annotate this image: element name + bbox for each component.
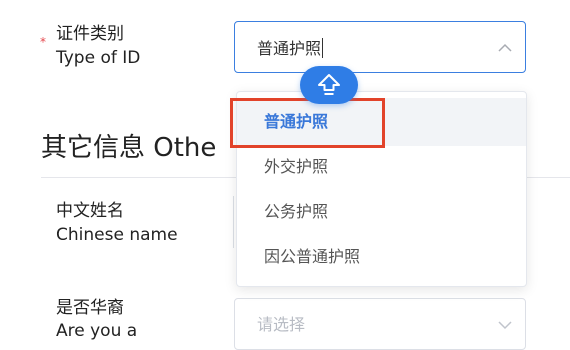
required-asterisk: * (40, 35, 46, 49)
text-cursor (322, 38, 324, 58)
selection-highlight-box (230, 98, 385, 148)
keyboard-toggle-button[interactable] (300, 66, 358, 104)
dropdown-option-service-passport[interactable]: 公务护照 (264, 202, 328, 222)
type-of-id-label-cn: 证件类别 (56, 24, 124, 44)
type-of-id-value-text: 普通护照 (257, 39, 322, 58)
chevron-down-icon[interactable] (496, 316, 514, 334)
chevron-up-icon[interactable] (496, 39, 514, 57)
chinese-name-label-cn: 中文姓名 (56, 201, 124, 221)
dropdown-option-public-affairs-passport[interactable]: 因公普通护照 (264, 247, 360, 267)
overseas-chinese-label-en: Are you a (56, 321, 138, 341)
type-of-id-select[interactable]: 普通护照 (234, 21, 526, 73)
chinese-name-label-en: Chinese name (56, 225, 178, 245)
section-title: 其它信息 Othe (41, 133, 217, 163)
type-of-id-label-en: Type of ID (56, 48, 141, 68)
overseas-chinese-select[interactable]: 请选择 (234, 298, 526, 350)
overseas-chinese-placeholder: 请选择 (257, 315, 306, 334)
arrow-up-icon (318, 74, 340, 95)
type-of-id-value: 普通护照 (257, 38, 324, 59)
overseas-chinese-label-cn: 是否华裔 (56, 298, 124, 318)
dropdown-option-diplomatic-passport[interactable]: 外交护照 (264, 157, 328, 177)
